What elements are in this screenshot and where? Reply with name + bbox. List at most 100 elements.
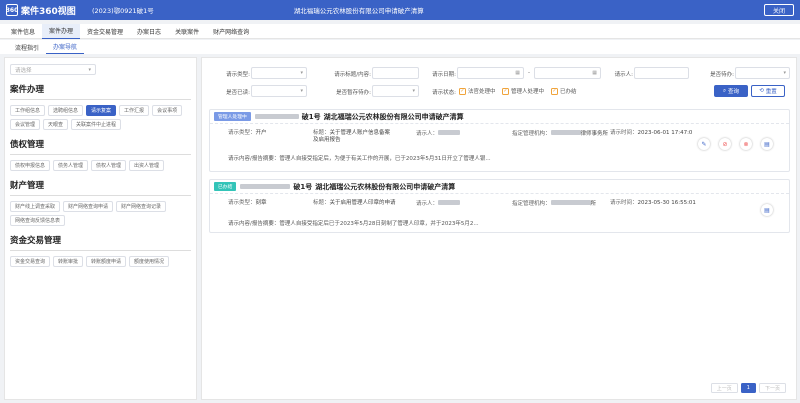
nav-item[interactable]: 天眼查: [43, 119, 69, 130]
category-select-placeholder: 请选择: [15, 67, 32, 74]
pending-label: 是否待办:: [710, 72, 734, 78]
status-checkbox-manager[interactable]: ✓ 管理人处理中: [502, 87, 544, 95]
status-badge: 管理人处理中: [214, 112, 251, 121]
tab-case-info[interactable]: 案件信息: [4, 24, 42, 39]
field-value: 律师事务所: [580, 131, 609, 137]
field-label: 请示类型：: [228, 130, 256, 136]
field-label: 请示内容/报告摘要：: [228, 156, 280, 162]
request-list-panel: 请示类型: ▾ 请示标题/内容: 请示日期: ▦ - ▦ 请示人: 是否待办: …: [201, 57, 797, 400]
field-label: 请示类型：: [228, 200, 256, 206]
status-option-label: 法官处理中: [468, 89, 496, 95]
requester-label: 请示人:: [614, 72, 633, 78]
redacted-text: [438, 130, 461, 135]
nav-item[interactable]: 关联案件中止进程: [71, 119, 122, 130]
nav-item[interactable]: 选聘组信息: [48, 105, 84, 116]
nav-item[interactable]: 财产线上调查采取: [10, 201, 61, 212]
title-content-input[interactable]: [372, 67, 419, 79]
redacted-text: [240, 184, 291, 189]
org-field: 指定管理机构： 律师事务所: [512, 130, 612, 138]
field-label: 标题：: [313, 200, 330, 206]
nav-item[interactable]: 债务人管理: [53, 160, 89, 171]
status-checkbox-judge[interactable]: ✓ 法官处理中: [459, 87, 496, 95]
card-title[interactable]: 破1号 湖北福瑞公元农林股份有限公司申请破产清算: [240, 182, 455, 192]
chevron-down-icon: ▾: [300, 70, 303, 76]
field-label: 请示时间：: [610, 200, 638, 206]
tab-case-log[interactable]: 办案日志: [130, 24, 168, 39]
nav-item[interactable]: 财产网络查询申请: [63, 201, 114, 212]
redacted-text: [550, 200, 591, 205]
nav-item[interactable]: 会议事项: [152, 105, 183, 116]
date-separator: -: [528, 70, 530, 76]
nav-item[interactable]: 会议管理: [10, 119, 41, 130]
edit-icon[interactable]: ✎: [698, 138, 710, 150]
chevron-down-icon: ▾: [412, 88, 415, 94]
field-value: 管理人自接受指定后已于2023年5月28日刻制了管理人印章，并于2023年5月2…: [279, 221, 479, 227]
detail-icon[interactable]: ▤: [761, 138, 773, 150]
chevron-down-icon: ▾: [88, 66, 91, 73]
nav-item[interactable]: 资金交易查询: [10, 256, 51, 267]
tab-related-cases[interactable]: 关联案件: [168, 24, 206, 39]
section-claims: 债权管理 债权申报信息 债务人管理 债权人管理 出资人管理: [5, 138, 196, 171]
next-page-button[interactable]: 下一页: [758, 383, 786, 393]
nav-item[interactable]: 财产网络查询记录: [116, 201, 167, 212]
section-title: 财产管理: [10, 179, 191, 196]
app-title: 案件360视图: [21, 6, 76, 17]
end-date-input[interactable]: ▦: [534, 67, 601, 79]
requester-field: 请示人：: [416, 200, 461, 208]
nav-item-active[interactable]: 请示复案: [86, 105, 117, 116]
nav-item[interactable]: 网络查询反馈信息表: [10, 215, 66, 226]
calendar-icon: ▦: [515, 70, 520, 76]
request-type-select[interactable]: ▾: [251, 67, 307, 79]
page-number[interactable]: 1: [740, 383, 756, 393]
category-select[interactable]: 请选择 ▾: [10, 64, 96, 75]
tab-fund-transactions[interactable]: 资金交易管理: [80, 24, 130, 39]
nav-item[interactable]: 出资人管理: [129, 160, 165, 171]
read-select[interactable]: ▾: [251, 85, 307, 97]
field-label: 请示内容/报告摘要：: [228, 221, 280, 227]
subtab-case-navigation[interactable]: 办案导航: [46, 40, 85, 54]
tab-property-query[interactable]: 财产网络查询: [206, 24, 256, 39]
start-date-input[interactable]: ▦: [457, 67, 524, 79]
checkmark-icon: ✓: [502, 87, 509, 95]
detail-icon[interactable]: ▤: [761, 204, 773, 216]
search-button[interactable]: ⌕ 查询: [714, 85, 748, 97]
request-type-field: 请示类型：开户: [228, 130, 267, 137]
nav-item[interactable]: 债权申报信息: [10, 160, 51, 171]
pending-select[interactable]: ▾: [735, 67, 790, 79]
field-label: 指定管理机构：: [512, 131, 551, 137]
field-label: 请示人：: [416, 131, 439, 137]
field-value: 管理人自接受指定后，为便于有关工作的开展，已于2023年5月31日开立了管理人银…: [279, 156, 491, 162]
request-time-field: 请示时间：2023-05-30 16:55:01: [610, 200, 696, 207]
attachment-icon[interactable]: ⊘: [719, 138, 731, 150]
card-header: 管理人处理中 破1号 湖北福瑞公元农林股份有限公司申请破产清算: [210, 110, 789, 124]
read-label: 是否已读:: [226, 90, 250, 96]
paused-pending-select[interactable]: ▾: [372, 85, 419, 97]
prev-page-button[interactable]: 上一页: [710, 383, 738, 393]
delete-icon[interactable]: ⊗: [740, 138, 752, 150]
request-time-field: 请示时间：2023-06-01 17:47:0: [610, 130, 692, 137]
status-label: 请示状态:: [432, 90, 456, 96]
main-tabs: 案件信息 案件办理 资金交易管理 办案日志 关联案件 财产网络查询: [0, 23, 800, 39]
reset-icon: ⟲: [759, 88, 764, 94]
card-title[interactable]: 破1号 湖北福瑞公元农林股份有限公司申请破产清算: [254, 112, 464, 122]
request-card[interactable]: 管理人处理中 破1号 湖北福瑞公元农林股份有限公司申请破产清算 请示类型：开户 …: [209, 109, 790, 172]
card-case-name: 湖北福瑞公元农林股份有限公司申请破产清算: [323, 112, 464, 121]
requester-input[interactable]: [634, 67, 689, 79]
field-value: 2023-06-01 17:47:0: [637, 130, 693, 136]
nav-item[interactable]: 债权人管理: [91, 160, 127, 171]
nav-item[interactable]: 工作组信息: [10, 105, 46, 116]
nav-item[interactable]: 工作汇报: [119, 105, 150, 116]
checkmark-icon: ✓: [551, 87, 558, 95]
field-label: 指定管理机构：: [512, 201, 551, 207]
close-button[interactable]: 关闭: [764, 4, 794, 16]
status-checkbox-closed[interactable]: ✓ 已办结: [551, 87, 577, 95]
subtab-process-guide[interactable]: 流程指引: [8, 40, 46, 54]
nav-item[interactable]: 额度使用情况: [129, 256, 170, 267]
nav-item[interactable]: 转账额度申请: [86, 256, 127, 267]
section-title: 资金交易管理: [10, 234, 191, 251]
sub-tabs: 流程指引 办案导航: [0, 40, 800, 54]
request-card[interactable]: 已办结 破1号 湖北福瑞公元农林股份有限公司申请破产清算 请示类型：刻章 标题：…: [209, 179, 790, 233]
tab-case-handling[interactable]: 案件办理: [42, 23, 81, 39]
nav-item[interactable]: 转账审批: [53, 256, 84, 267]
reset-button[interactable]: ⟲ 重置: [751, 85, 785, 97]
